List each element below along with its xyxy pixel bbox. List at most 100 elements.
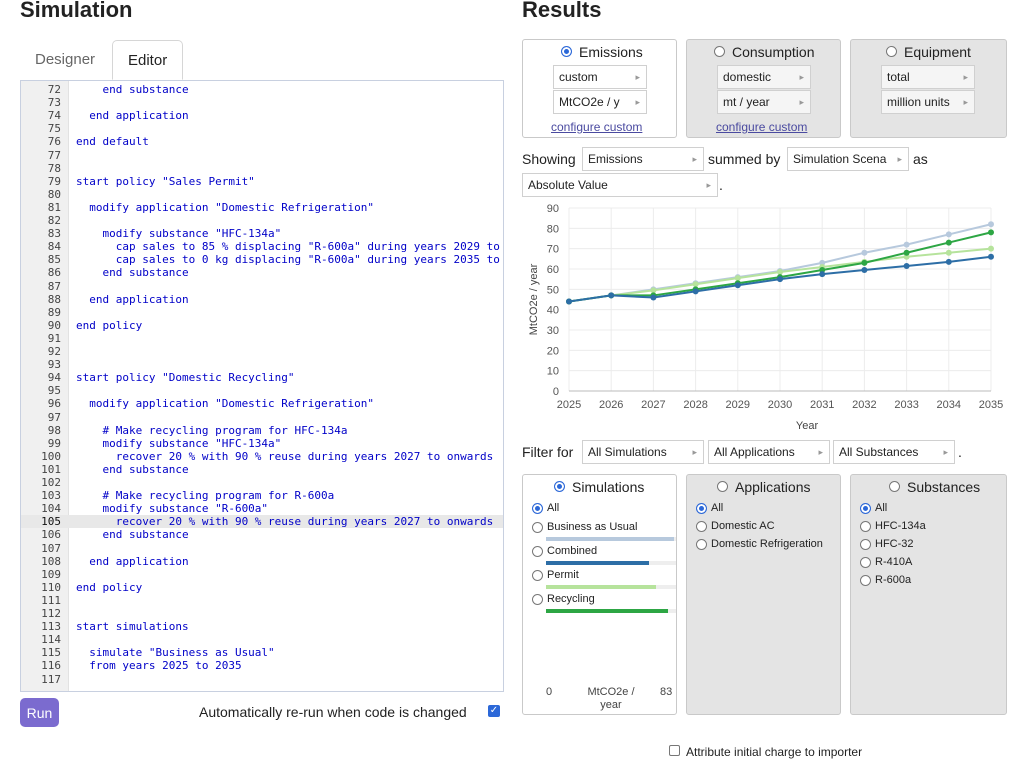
summed-by-select[interactable]: Simulation Scena ▸ (787, 147, 909, 171)
sim-item-radio[interactable] (532, 546, 543, 557)
sim-item-radio[interactable] (532, 570, 543, 581)
y-tick-label: 90 (547, 203, 559, 215)
sub-hfc-32-radio[interactable] (860, 539, 871, 550)
code-line[interactable]: 101 end substance (21, 463, 503, 476)
app-domestic-ac-radio[interactable] (696, 521, 707, 532)
code-line[interactable]: 80 (21, 188, 503, 201)
sim-item-bar-fill (546, 585, 656, 589)
emissions-unit-select[interactable]: MtCO2e / y ▸ (553, 90, 647, 114)
code-line[interactable]: 73 (21, 96, 503, 109)
code-line[interactable]: 85 cap sales to 0 kg displacing "R-600a"… (21, 253, 503, 266)
code-line[interactable]: 82 (21, 214, 503, 227)
attribute-initial-charge-checkbox[interactable] (669, 745, 680, 756)
consumption-card[interactable]: Consumption domestic ▸ mt / year ▸ configu… (686, 39, 841, 138)
as-select[interactable]: Absolute Value ▸ (522, 173, 718, 197)
emissions-configure-link[interactable]: configure custom (551, 120, 642, 134)
code-text: # Make recycling program for R-600a (76, 489, 335, 503)
code-editor[interactable]: 72 end substance 73 74 end application 75 76… (20, 80, 504, 692)
tab-editor[interactable]: Editor (112, 40, 184, 80)
run-button[interactable]: Run (20, 698, 59, 727)
sub-r-410a-radio[interactable] (860, 557, 871, 568)
code-line[interactable]: 98 # Make recycling program for HFC-134a (21, 424, 503, 437)
code-line[interactable]: 96 modify application "Domestic Refriger… (21, 397, 503, 410)
consumption-radio[interactable] (714, 46, 725, 57)
code-line[interactable]: 77 (21, 149, 503, 162)
substances-panel-radio[interactable] (889, 481, 900, 492)
code-line[interactable]: 84 cap sales to 85 % displacing "R-600a"… (21, 240, 503, 253)
code-line[interactable]: 116 from years 2025 to 2035 (21, 659, 503, 672)
code-line[interactable]: 94 start policy "Domestic Recycling" (21, 371, 503, 384)
code-line[interactable]: 113 start simulations (21, 620, 503, 633)
code-line[interactable]: 90 end policy (21, 319, 503, 332)
code-line[interactable]: 83 modify substance "HFC-134a" (21, 227, 503, 240)
sim-item-bar-fill (546, 561, 650, 565)
code-line[interactable]: 87 (21, 280, 503, 293)
code-line[interactable]: 117 (21, 673, 503, 686)
code-line[interactable]: 100 recover 20 % with 90 % reuse during … (21, 450, 503, 463)
code-line[interactable]: 97 (21, 411, 503, 424)
code-line[interactable]: 112 (21, 607, 503, 620)
code-line[interactable]: 114 (21, 633, 503, 646)
consumption-scope-select[interactable]: domestic ▸ (717, 65, 811, 89)
sub-hfc-134a-radio[interactable] (860, 521, 871, 532)
tab-designer[interactable]: Designer (20, 40, 110, 80)
simulations-panel-radio[interactable] (554, 481, 565, 492)
code-line[interactable]: 106 end substance (21, 528, 503, 541)
code-line[interactable]: 103 # Make recycling program for R-600a (21, 489, 503, 502)
code-line[interactable]: 74 end application (21, 109, 503, 122)
sub-r-600a-radio[interactable] (860, 575, 871, 586)
equipment-unit-select[interactable]: million units ▸ (881, 90, 975, 114)
code-line[interactable]: 104 modify substance "R-600a" (21, 502, 503, 515)
code-text: start policy "Sales Permit" (76, 174, 255, 188)
sim-item-radio[interactable] (532, 522, 543, 533)
equipment-scope-select[interactable]: total ▸ (881, 65, 975, 89)
app-domestic-refrigeration-radio[interactable] (696, 539, 707, 550)
consumption-unit-select[interactable]: mt / year ▸ (717, 90, 811, 114)
emissions-radio[interactable] (561, 46, 572, 57)
filter-substances-select[interactable]: All Substances ▸ (833, 440, 955, 464)
showing-select[interactable]: Emissions ▸ (582, 147, 704, 171)
code-line[interactable]: 81 modify application "Domestic Refriger… (21, 201, 503, 214)
sim-all-radio[interactable] (532, 503, 543, 514)
code-line[interactable]: 88 end application (21, 293, 503, 306)
code-line[interactable]: 91 (21, 332, 503, 345)
code-line[interactable]: 99 modify substance "HFC-134a" (21, 437, 503, 450)
code-line[interactable]: 93 (21, 358, 503, 371)
data-point (988, 229, 994, 236)
emissions-card[interactable]: Emissions custom ▸ MtCO2e / y ▸ configure … (522, 39, 677, 138)
auto-rerun-checkbox[interactable]: ✓ (488, 705, 500, 717)
code-line[interactable]: 75 (21, 122, 503, 135)
equipment-card[interactable]: Equipment total ▸ million units ▸ (850, 39, 1007, 138)
line-number: 116 (41, 659, 61, 673)
code-line[interactable]: 108 end application (21, 555, 503, 568)
code-line[interactable]: 86 end substance (21, 266, 503, 279)
code-line[interactable]: 95 (21, 384, 503, 397)
code-line[interactable]: 110 end policy (21, 581, 503, 594)
code-line[interactable]: 72 end substance (21, 83, 503, 96)
data-point (988, 221, 994, 228)
code-line[interactable]: 109 (21, 568, 503, 581)
emissions-scope-select[interactable]: custom ▸ (553, 65, 647, 89)
code-line[interactable]: 105 recover 20 % with 90 % reuse during … (21, 515, 503, 529)
applications-panel-radio[interactable] (717, 481, 728, 492)
app-all-radio[interactable] (696, 503, 707, 514)
code-line[interactable]: 115 simulate "Business as Usual" (21, 646, 503, 659)
code-line[interactable]: 92 (21, 345, 503, 358)
code-line[interactable]: 107 (21, 542, 503, 555)
consumption-configure-link[interactable]: configure custom (716, 120, 807, 134)
code-line[interactable]: 78 (21, 162, 503, 175)
code-line[interactable]: 79 start policy "Sales Permit" (21, 175, 503, 188)
code-line[interactable]: 102 (21, 476, 503, 489)
equipment-radio[interactable] (886, 46, 897, 57)
filter-simulations-select[interactable]: All Simulations ▸ (582, 440, 704, 464)
code-line[interactable]: 76 end default (21, 135, 503, 148)
code-line[interactable]: 111 (21, 594, 503, 607)
code-line[interactable]: 89 (21, 306, 503, 319)
editor-tabs: Designer Editor (20, 40, 504, 80)
showing-label: Showing (522, 151, 576, 167)
y-tick-label: 10 (547, 366, 559, 378)
sim-item-radio[interactable] (532, 594, 543, 605)
sub-all-radio[interactable] (860, 503, 871, 514)
line-number: 107 (41, 541, 61, 555)
filter-applications-select[interactable]: All Applications ▸ (708, 440, 830, 464)
